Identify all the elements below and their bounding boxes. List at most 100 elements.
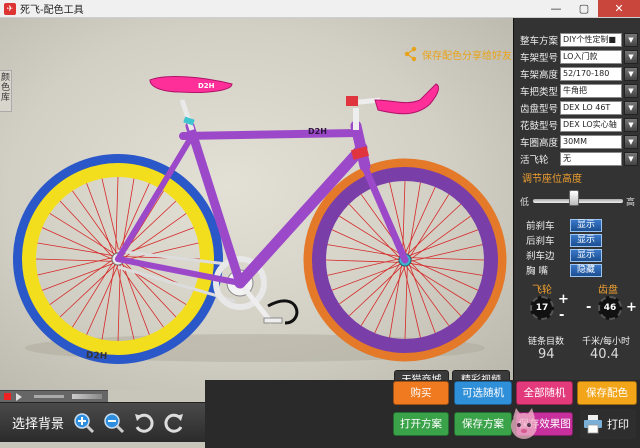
bike-stage: 颜色库 保存配色分享给好友 D2H D2H D2H bbox=[0, 18, 513, 390]
panel-row-label: 齿盘型号 bbox=[520, 104, 559, 115]
chainring-minus-button[interactable]: - bbox=[586, 301, 591, 314]
seat-clamp bbox=[183, 116, 195, 126]
select-background-label[interactable]: 选择背景 bbox=[12, 413, 64, 432]
save-plan-button[interactable]: 保存方案 bbox=[454, 412, 512, 436]
panel-row-label: 车圈高度 bbox=[520, 138, 559, 149]
chevron-down-icon[interactable]: ▼ bbox=[624, 152, 638, 166]
spoke bbox=[37, 242, 115, 257]
panel-row-label: 车架高度 bbox=[520, 70, 559, 81]
toggle-label: 刹车边 bbox=[526, 251, 555, 262]
printer-icon bbox=[584, 415, 602, 434]
flywheel-plus-button[interactable]: + bbox=[558, 293, 569, 306]
maximize-button[interactable]: ▢ bbox=[570, 0, 598, 17]
spoke bbox=[408, 262, 483, 276]
chevron-down-icon[interactable]: ▼ bbox=[624, 135, 638, 149]
spoke bbox=[327, 244, 402, 258]
open-plan-button[interactable]: 打开方案 bbox=[393, 412, 449, 436]
brake-edge-toggle[interactable]: 显示 bbox=[570, 248, 602, 262]
spoke bbox=[406, 203, 462, 256]
panel-row-rim-height[interactable]: 车圈高度 30MM ▼ bbox=[520, 134, 638, 150]
app-icon: ✈ bbox=[4, 2, 16, 15]
spoke bbox=[389, 263, 403, 338]
record-icon[interactable] bbox=[4, 393, 11, 400]
spoke bbox=[59, 263, 117, 318]
toggle-label: 前刹车 bbox=[526, 221, 555, 232]
panel-row-frame-model[interactable]: 车架型号 LO入门款 ▼ bbox=[520, 49, 638, 65]
rear-brake-toggle[interactable]: 显示 bbox=[570, 233, 602, 247]
flywheel-minus-button[interactable]: - bbox=[559, 309, 564, 322]
saddle-logo: D2H bbox=[198, 82, 215, 90]
toggle-row-rear-brake: 后刹车 显示 bbox=[526, 233, 638, 247]
chevron-down-icon[interactable]: ▼ bbox=[624, 101, 638, 115]
chevron-down-icon[interactable]: ▼ bbox=[624, 118, 638, 132]
saddle[interactable] bbox=[149, 76, 233, 93]
panel-row-frame-height[interactable]: 车架高度 52/170-180 ▼ bbox=[520, 66, 638, 82]
playback-progress[interactable] bbox=[34, 395, 64, 398]
rotate-left-icon[interactable] bbox=[132, 411, 156, 435]
pedal[interactable] bbox=[263, 317, 283, 324]
rotate-right-icon[interactable] bbox=[162, 411, 186, 435]
panel-row-freewheel[interactable]: 活飞轮 无 ▼ bbox=[520, 151, 638, 167]
panel-row-label: 车把类型 bbox=[520, 87, 559, 98]
panel-row-handlebar[interactable]: 车把类型 牛角把 ▼ bbox=[520, 83, 638, 99]
panel-row-chainring[interactable]: 齿盘型号 DEX LO 46T ▼ bbox=[520, 100, 638, 116]
chainring-select[interactable]: DEX LO 46T bbox=[560, 101, 622, 115]
plan-select[interactable]: DIY个性定制■ bbox=[560, 33, 622, 47]
panel-row-label: 花鼓型号 bbox=[520, 121, 559, 132]
volume-slider[interactable] bbox=[72, 394, 102, 399]
spoke bbox=[407, 182, 421, 257]
zoom-out-icon[interactable] bbox=[102, 411, 126, 435]
toggle-label: 胸 嘴 bbox=[526, 266, 549, 277]
valve-toggle[interactable]: 隐藏 bbox=[570, 263, 602, 277]
panel-row-hub[interactable]: 花鼓型号 DEX LO实心轴 ▼ bbox=[520, 117, 638, 133]
chevron-down-icon[interactable]: ▼ bbox=[624, 67, 638, 81]
speed-label: 千米/每小时 bbox=[582, 337, 631, 347]
handlebar-select[interactable]: 牛角把 bbox=[560, 84, 622, 98]
buy-button[interactable]: 购买 bbox=[393, 381, 449, 405]
config-panel: 整车方案 DIY个性定制■ ▼ 车架型号 LO入门款 ▼ 车架高度 52/170… bbox=[513, 18, 640, 380]
front-brake-toggle[interactable]: 显示 bbox=[570, 218, 602, 232]
flywheel-value: 17 bbox=[530, 296, 554, 320]
title-bar: ✈ 死飞-配色工具 — ▢ ✕ bbox=[0, 0, 640, 18]
frame-height-select[interactable]: 52/170-180 bbox=[560, 67, 622, 81]
random-all-button[interactable]: 全部随机 bbox=[516, 381, 573, 405]
speed-value: 40.4 bbox=[590, 347, 619, 362]
rear-rim-logo: D2H bbox=[86, 351, 108, 362]
spoke bbox=[409, 261, 462, 317]
play-icon[interactable] bbox=[16, 393, 22, 401]
chainring-label: 齿盘 bbox=[598, 285, 618, 296]
hub-select[interactable]: DEX LO实心轴 bbox=[560, 118, 622, 132]
panel-row-plan[interactable]: 整车方案 DIY个性定制■ ▼ bbox=[520, 32, 638, 48]
spoke bbox=[348, 264, 404, 317]
minimize-button[interactable]: — bbox=[542, 0, 570, 17]
window-title: 死飞-配色工具 bbox=[20, 5, 84, 16]
seat-height-heading: 调节座位高度 bbox=[522, 174, 582, 185]
frame-model-select[interactable]: LO入门款 bbox=[560, 50, 622, 64]
random-optional-button[interactable]: 可选随机 bbox=[454, 381, 512, 405]
print-button[interactable]: 打印 bbox=[580, 409, 636, 439]
chain-links-value: 94 bbox=[538, 347, 555, 362]
frame-logo: D2H bbox=[308, 127, 327, 136]
panel-row-label: 活飞轮 bbox=[520, 155, 549, 166]
panel-row-label: 整车方案 bbox=[520, 36, 559, 47]
zoom-in-icon[interactable] bbox=[72, 411, 96, 435]
mascot-watermark-icon bbox=[511, 408, 537, 439]
save-color-button[interactable]: 保存配色 bbox=[577, 381, 637, 405]
toggle-row-brake-edge: 刹车边 显示 bbox=[526, 248, 638, 262]
freewheel-select[interactable]: 无 bbox=[560, 152, 622, 166]
spoke bbox=[59, 200, 114, 258]
background-toolbar: 选择背景 bbox=[0, 402, 205, 442]
seat-height-slider-thumb[interactable] bbox=[568, 190, 579, 206]
rim-height-select[interactable]: 30MM bbox=[560, 135, 622, 149]
close-button[interactable]: ✕ bbox=[598, 0, 640, 17]
chain-links-label: 链条目数 bbox=[528, 337, 565, 347]
chevron-down-icon[interactable]: ▼ bbox=[624, 84, 638, 98]
handlebar[interactable] bbox=[374, 83, 439, 115]
chevron-down-icon[interactable]: ▼ bbox=[624, 33, 638, 47]
crank-arm bbox=[238, 281, 274, 325]
chainring-plus-button[interactable]: + bbox=[626, 301, 637, 314]
music-player bbox=[0, 390, 108, 402]
window-controls: — ▢ ✕ bbox=[542, 0, 640, 18]
bike-illustration[interactable]: D2H D2H D2H bbox=[0, 18, 513, 390]
chevron-down-icon[interactable]: ▼ bbox=[624, 50, 638, 64]
